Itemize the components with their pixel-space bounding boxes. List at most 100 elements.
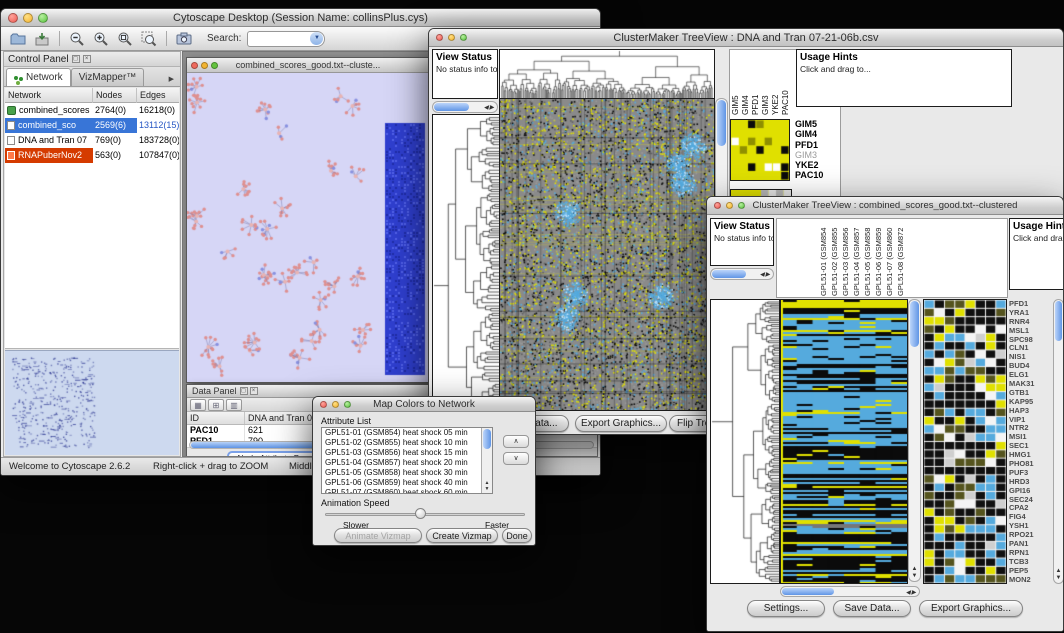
zoom-heatmap[interactable] [923, 299, 1007, 584]
gene-label[interactable]: PAC10 [795, 170, 823, 180]
gene-label[interactable]: YKE2 [795, 160, 823, 170]
zoom-button[interactable] [460, 34, 467, 41]
open-session-button[interactable] [7, 29, 29, 49]
minimize-button[interactable] [448, 34, 455, 41]
dendro-hscrollbar[interactable]: ◀▶ [710, 268, 774, 280]
network-view-titlebar[interactable]: combined_scores_good.txt--cluste... [187, 58, 429, 73]
scroll-down-icon[interactable]: ▼ [1056, 575, 1062, 581]
gene-label[interactable]: GIM5 [795, 119, 823, 129]
zoom-fit-button[interactable] [114, 29, 136, 49]
scroll-down-icon[interactable]: ▼ [912, 573, 918, 579]
network-row[interactable]: RNAPuberNov2 563(0) 107847(0) [5, 148, 179, 163]
close-button[interactable] [8, 13, 18, 23]
import-network-button[interactable] [31, 29, 53, 49]
scrollbar-thumb[interactable] [712, 270, 746, 278]
scrollbar-thumb[interactable] [483, 429, 491, 449]
tab-scroll-right-button[interactable]: ▶ [169, 75, 178, 86]
export-graphics-button[interactable]: Export Graphics... [919, 600, 1023, 617]
treeview-combined-titlebar[interactable]: ClusterMaker TreeView : combined_scores_… [707, 197, 1063, 215]
dendro-hscrollbar[interactable]: ◀▶ [432, 101, 498, 113]
float-panel-button[interactable]: ◻ [72, 55, 80, 63]
attribute-list[interactable]: ▲▼ GPL51-01 (GSM854) heat shock 05 minGP… [321, 427, 493, 494]
create-vizmap-button[interactable]: Create Vizmap [426, 528, 498, 543]
correlation-heatmap[interactable] [499, 98, 715, 411]
maximize-icon[interactable] [211, 62, 218, 69]
gene-label[interactable]: PFD1 [795, 140, 823, 150]
list-vscrollbar[interactable]: ▲▼ [481, 428, 492, 493]
birdseye-view[interactable] [7, 353, 179, 453]
scroll-right-icon[interactable]: ▶ [765, 272, 771, 278]
zoom-heatmap[interactable] [730, 119, 790, 181]
scrollbar-thumb[interactable] [434, 103, 469, 111]
move-down-button[interactable]: ∨ [503, 452, 529, 465]
scroll-right-icon[interactable]: ▶ [911, 590, 917, 596]
column-label[interactable]: GPL51-04 (GSM857 [852, 220, 863, 296]
minimize-button[interactable] [332, 401, 339, 408]
close-panel-button[interactable]: × [83, 55, 91, 63]
attribute-item[interactable]: GPL51-01 (GSM854) heat shock 05 min [322, 428, 492, 438]
attribute-item[interactable]: GPL51-05 (GSM858) heat shock 30 min [322, 468, 492, 478]
attribute-item[interactable]: GPL51-06 (GSM859) heat shock 40 min [322, 478, 492, 488]
column-label[interactable]: GPL51-05 (GSM858 [863, 220, 874, 296]
snapshot-button[interactable] [173, 29, 195, 49]
create-attribute-button[interactable]: ⊞ [208, 399, 224, 411]
heatmap-vscrollbar[interactable]: ▲▼ [908, 299, 921, 582]
slider-thumb[interactable] [415, 508, 426, 519]
scrollbar-thumb[interactable] [910, 301, 919, 347]
scrollbar-thumb[interactable] [782, 588, 834, 595]
network-row[interactable]: DNA and Tran 07 769(0) 183728(0) [5, 133, 179, 148]
gene-label[interactable]: GIM4 [795, 129, 823, 139]
column-label[interactable]: GIM4 [741, 51, 751, 115]
row-dendrogram[interactable] [432, 114, 500, 411]
scroll-up-icon[interactable]: ▲ [912, 566, 918, 572]
network-row[interactable]: combined_sco 2569(6) 13112(15) [5, 118, 179, 133]
column-label[interactable]: GPL51-07 (GSM860 [885, 220, 896, 296]
delete-attribute-button[interactable]: ▥ [226, 399, 242, 411]
gene-label[interactable]: GIM3 [795, 150, 823, 160]
dialog-titlebar[interactable]: Map Colors to Network [313, 397, 535, 412]
scrollbar-thumb[interactable] [191, 442, 319, 448]
scroll-up-icon[interactable]: ▲ [1056, 568, 1062, 574]
zoom-selected-button[interactable] [138, 29, 160, 49]
tab-network[interactable]: Network [6, 68, 71, 86]
column-dendrogram[interactable] [499, 49, 715, 99]
column-label[interactable]: GPL51-08 (GSM872 [896, 220, 907, 296]
heatmap-hscrollbar[interactable]: ◀▶ [780, 586, 920, 597]
column-label[interactable]: GIM3 [761, 51, 771, 115]
done-button[interactable]: Done [502, 528, 532, 543]
zoom-button[interactable] [38, 13, 48, 23]
column-label[interactable]: PFD1 [751, 51, 761, 115]
labels-vscrollbar[interactable]: ▲▼ [1053, 299, 1064, 584]
animate-vizmap-button[interactable]: Animate Vizmap [334, 528, 422, 543]
save-data-button[interactable]: Save Data... [833, 600, 911, 617]
settings-button[interactable]: Settings... [747, 600, 825, 617]
float-data-panel-button[interactable]: ◻ [240, 387, 248, 395]
minimize-button[interactable] [726, 202, 733, 209]
zoom-in-button[interactable] [90, 29, 112, 49]
gene-row-label[interactable]: MON2 [1009, 576, 1053, 585]
attribute-item[interactable]: GPL51-02 (GSM855) heat shock 10 min [322, 438, 492, 448]
scroll-down-icon[interactable]: ▼ [485, 486, 490, 492]
main-titlebar[interactable]: Cytoscape Desktop (Session Name: collins… [1, 9, 600, 27]
row-dendrogram[interactable] [710, 299, 780, 584]
column-label[interactable]: YKE2 [771, 51, 781, 115]
close-icon[interactable] [191, 62, 198, 69]
tab-vizmapper[interactable]: VizMapper™ [71, 68, 145, 86]
close-button[interactable] [320, 401, 327, 408]
column-label[interactable]: GPL51-02 (GSM855 [830, 220, 841, 296]
treeview-dna-titlebar[interactable]: ClusterMaker TreeView : DNA and Tran 07-… [429, 29, 1063, 47]
attribute-item[interactable]: GPL51-03 (GSM856) heat shock 15 min [322, 448, 492, 458]
close-button[interactable] [714, 202, 721, 209]
scroll-right-icon[interactable]: ▶ [489, 105, 495, 111]
minimize-button[interactable] [23, 13, 33, 23]
close-data-panel-button[interactable]: × [250, 387, 258, 395]
move-up-button[interactable]: ∧ [503, 435, 529, 448]
zoom-out-button[interactable] [66, 29, 88, 49]
column-label[interactable]: GPL51-01 (GSM854 [819, 220, 830, 296]
minimize-icon[interactable] [201, 62, 208, 69]
zoom-button[interactable] [738, 202, 745, 209]
attribute-item[interactable]: GPL51-04 (GSM857) heat shock 20 min [322, 458, 492, 468]
column-label[interactable]: GPL51-03 (GSM856 [841, 220, 852, 296]
network-canvas[interactable] [187, 73, 429, 382]
attribute-item[interactable]: GPL51-07 (GSM860) heat shock 60 min [322, 488, 492, 494]
